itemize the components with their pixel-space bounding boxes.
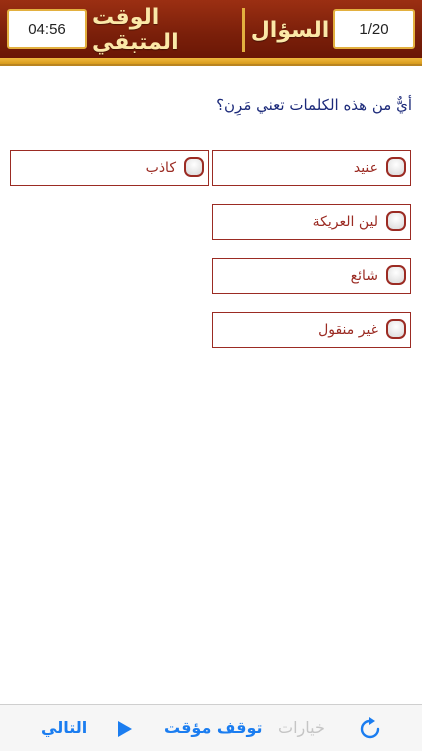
options-button[interactable]: خيارات [278, 705, 325, 751]
header-separator [242, 8, 245, 52]
header-divider-line [0, 64, 422, 66]
question-counter: 1/20 [333, 9, 415, 49]
radio-button-icon[interactable] [386, 211, 406, 231]
remaining-time-label: الوقت المتبقي [92, 5, 179, 55]
bottom-toolbar: التالي توقف مؤقت خيارات [0, 704, 422, 751]
radio-button-icon[interactable] [386, 265, 406, 285]
refresh-icon[interactable] [358, 717, 382, 741]
answer-label: شائع [350, 268, 378, 284]
radio-button-icon[interactable] [184, 157, 204, 177]
answer-option-1[interactable]: عنيد [212, 150, 411, 186]
radio-button-icon[interactable] [386, 319, 406, 339]
answer-option-3[interactable]: لين العريكة [212, 204, 411, 240]
answer-label: عنيد [353, 160, 378, 176]
answer-label: غير منقول [318, 322, 378, 338]
answer-option-5[interactable]: غير منقول [212, 312, 411, 348]
next-button[interactable]: التالي [41, 705, 87, 751]
radio-button-icon[interactable] [386, 157, 406, 177]
pause-button[interactable]: توقف مؤقت [164, 705, 263, 751]
question-label: السؤال [250, 17, 330, 43]
question-text: أيٌّ من هذه الكلمات تعني مَرِن؟ [216, 96, 412, 114]
answer-option-2[interactable]: كاذب [10, 150, 209, 186]
answer-option-4[interactable]: شائع [212, 258, 411, 294]
answer-label: كاذب [145, 160, 176, 176]
answer-label: لين العريكة [312, 214, 378, 230]
play-icon[interactable] [117, 720, 133, 738]
timer-display: 04:56 [7, 9, 87, 49]
